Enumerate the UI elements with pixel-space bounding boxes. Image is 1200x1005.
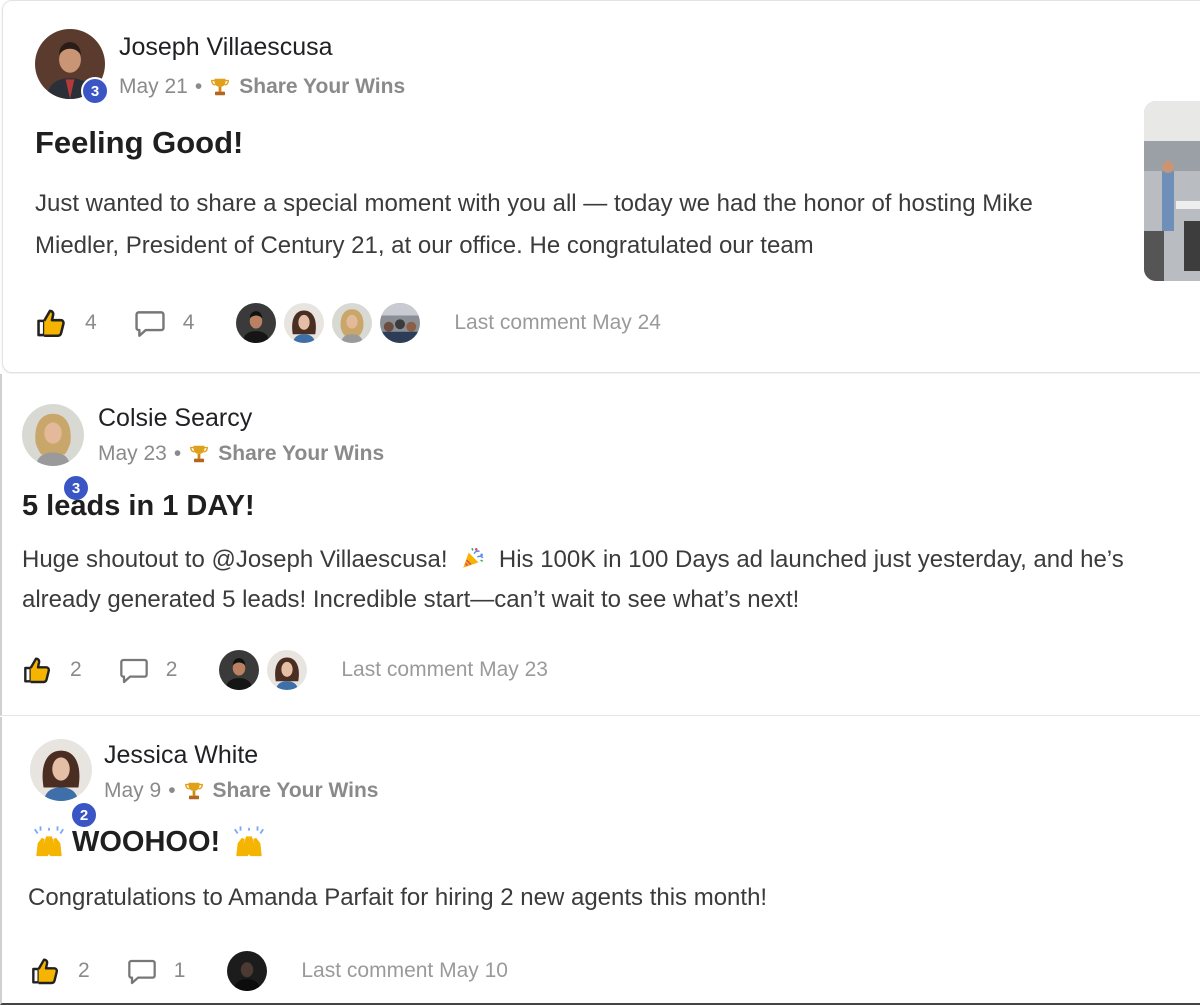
post-thumbnail[interactable] (1144, 101, 1200, 281)
commenter-avatars[interactable] (225, 949, 273, 993)
comment-count: 2 (165, 658, 178, 681)
post-card[interactable]: 3 Colsie Searcy May 23 • Share Your Wins… (0, 374, 1200, 716)
post-actions: 2 1 Last comment May 10 (30, 949, 508, 993)
author-avatar[interactable]: 3 (22, 404, 90, 502)
comment-count: 4 (182, 311, 195, 334)
post-date[interactable]: May 21 (119, 75, 188, 99)
commenter-avatar (282, 301, 327, 345)
post-date[interactable]: May 9 (104, 779, 161, 803)
comment-count: 1 (173, 959, 186, 982)
trophy-icon (209, 76, 231, 98)
post-actions: 2 2 Last comment May 23 (22, 648, 548, 692)
post-body[interactable]: Huge shoutout to @Joseph Villaescusa! Hi… (22, 540, 1187, 620)
author-avatar[interactable]: 3 (35, 29, 109, 105)
last-comment: Last comment May 10 (301, 959, 508, 982)
commenter-avatar (217, 648, 262, 692)
commenter-avatar (234, 301, 279, 345)
commenter-avatars[interactable] (234, 301, 426, 345)
post-date[interactable]: May 23 (98, 442, 167, 466)
post-body[interactable]: Just wanted to share a special moment wi… (35, 183, 1115, 267)
post-title-row[interactable]: WOOHOO! (32, 825, 266, 859)
category-link[interactable]: Share Your Wins (218, 442, 384, 466)
category-link[interactable]: Share Your Wins (213, 779, 379, 803)
comment-button[interactable] (126, 955, 158, 987)
meta-separator: • (194, 75, 203, 98)
post-title[interactable]: Feeling Good! (35, 125, 243, 161)
comment-button[interactable] (133, 306, 167, 340)
post-card[interactable]: 2 Jessica White May 9 • Share Your Wins … (0, 717, 1200, 1005)
level-badge: 3 (81, 77, 109, 105)
post-body[interactable]: Congratulations to Amanda Parfait for hi… (28, 877, 1188, 919)
post-meta: May 21 • Share Your Wins (119, 75, 405, 99)
post-card[interactable]: 3 Joseph Villaescusa May 21 • Share Your… (2, 0, 1200, 373)
trophy-icon (183, 780, 205, 802)
commenter-avatar (225, 949, 270, 993)
category-link[interactable]: Share Your Wins (239, 75, 405, 99)
party-popper-icon (460, 545, 486, 571)
post-title[interactable]: 5 leads in 1 DAY! (22, 490, 255, 523)
like-count: 2 (70, 658, 82, 681)
author-name[interactable]: Colsie Searcy (98, 404, 252, 433)
commenter-avatars[interactable] (217, 648, 313, 692)
event-photo-image (1144, 101, 1200, 281)
post-body-text: Huge shoutout to @Joseph Villaescusa! (22, 546, 448, 573)
author-name[interactable]: Joseph Villaescusa (119, 33, 333, 62)
meta-separator: • (168, 779, 176, 802)
author-name[interactable]: Jessica White (104, 741, 258, 770)
raising-hands-icon (32, 825, 66, 859)
like-count: 4 (85, 311, 97, 334)
post-meta: May 23 • Share Your Wins (98, 442, 384, 466)
commenter-avatar (330, 301, 375, 345)
raising-hands-icon (232, 825, 266, 859)
like-button[interactable] (22, 654, 54, 686)
comment-button[interactable] (118, 654, 150, 686)
post-title: WOOHOO! (72, 825, 221, 858)
last-comment: Last comment May 24 (454, 311, 661, 334)
like-button[interactable] (35, 306, 69, 340)
like-count: 2 (78, 959, 90, 982)
post-actions: 4 4 Last comment May 24 (35, 301, 661, 345)
commenter-avatar (265, 648, 310, 692)
meta-separator: • (173, 442, 182, 465)
trophy-icon (188, 443, 210, 465)
post-meta: May 9 • Share Your Wins (104, 779, 378, 803)
author-avatar[interactable]: 2 (30, 739, 98, 829)
like-button[interactable] (30, 955, 62, 987)
last-comment: Last comment May 23 (341, 658, 548, 681)
commenter-avatar (378, 301, 423, 345)
